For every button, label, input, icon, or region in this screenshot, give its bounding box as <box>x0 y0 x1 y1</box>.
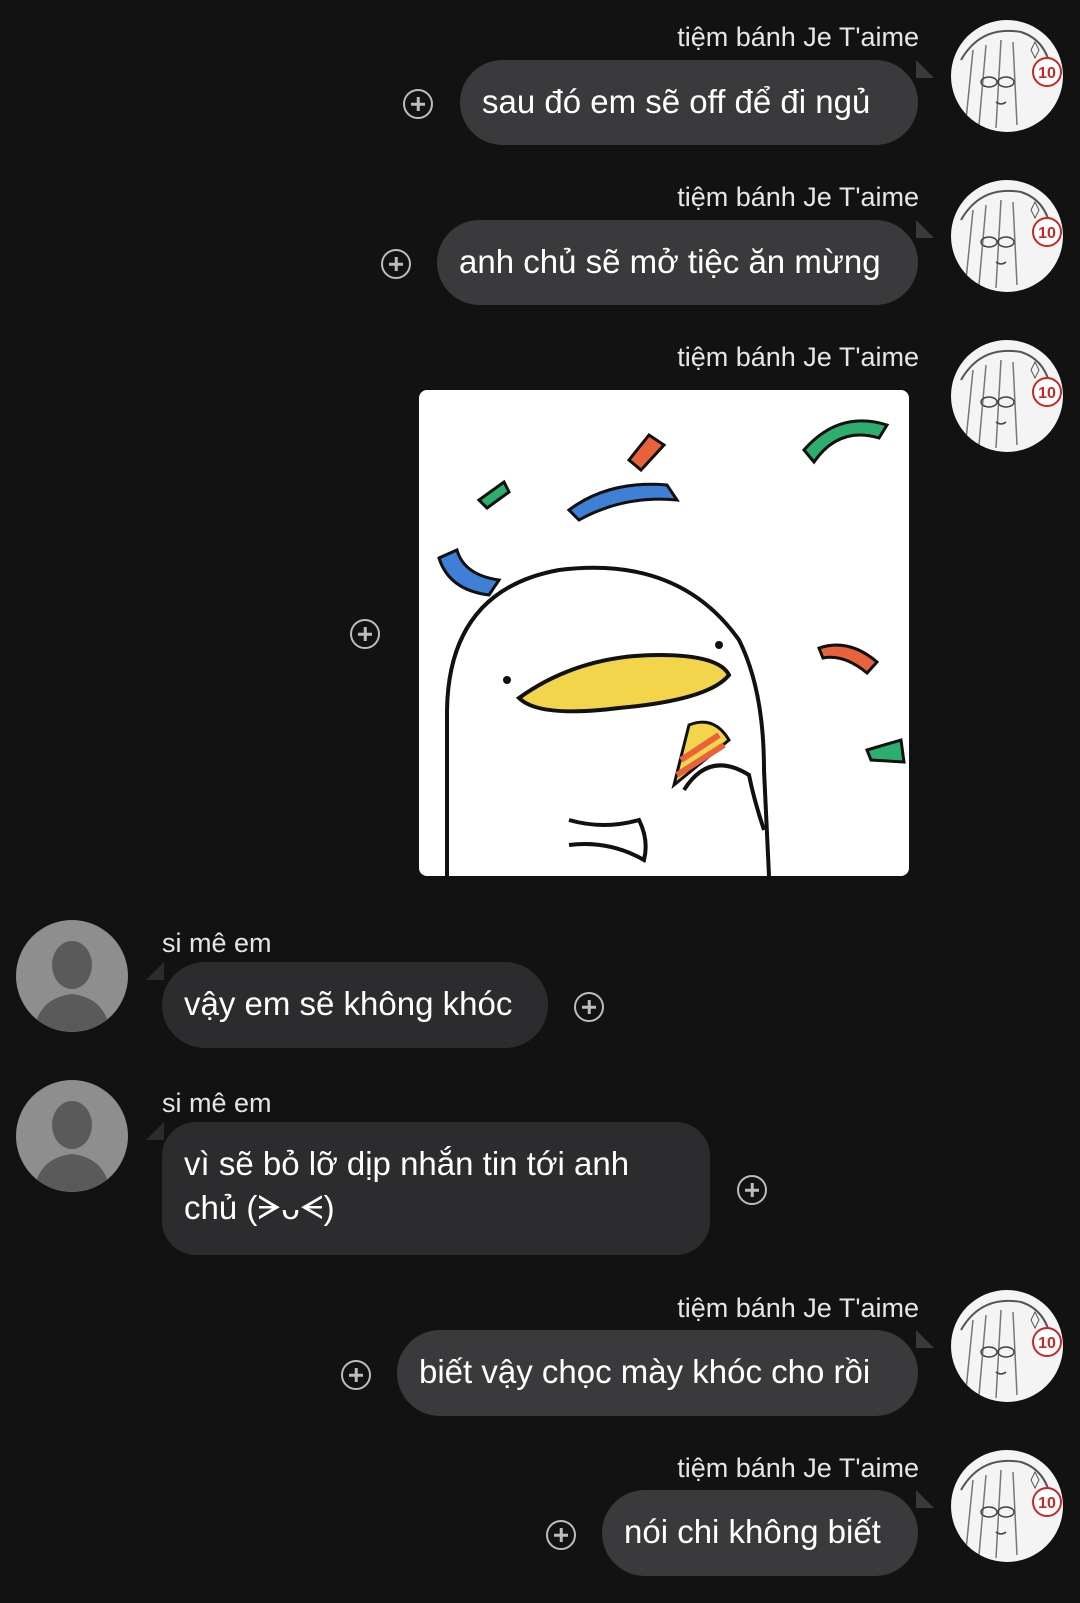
message-bubble[interactable]: nói chi không biết <box>602 1490 918 1576</box>
sender-name: tiệm bánh Je T'aime <box>677 1293 919 1323</box>
message-text: vậy em sẽ không khóc <box>184 985 513 1022</box>
sender-name: tiệm bánh Je T'aime <box>677 342 919 372</box>
sender-name: tiệm bánh Je T'aime <box>677 1453 919 1483</box>
avatar-drawing: 10 <box>960 189 1062 289</box>
message-bubble[interactable]: biết vậy chọc mày khóc cho rồi <box>397 1330 918 1416</box>
sender-name: tiệm bánh Je T'aime <box>677 182 919 212</box>
plus-circle-icon[interactable] <box>737 1175 767 1205</box>
plus-circle-icon[interactable] <box>350 619 380 649</box>
bubble-tail <box>146 962 164 980</box>
message-text: anh chủ sẽ mở tiệc ăn mừng <box>459 243 881 280</box>
bubble-tail <box>146 1122 164 1140</box>
sender-name: si mê em <box>162 928 272 958</box>
plus-circle-icon[interactable] <box>381 249 411 279</box>
bubble-tail <box>916 1330 934 1348</box>
message-text: vì sẽ bỏ lỡ dịp nhắn tin tới anh chủ (ᗒᴗ… <box>184 1145 630 1226</box>
sender-name: si mê em <box>162 1088 272 1118</box>
message-text: nói chi không biết <box>624 1513 881 1550</box>
avatar-drawing: 10 <box>960 1459 1062 1559</box>
avatar-badge: 10 <box>1038 1495 1056 1512</box>
default-person-icon[interactable] <box>16 1080 128 1192</box>
message-bubble[interactable]: anh chủ sẽ mở tiệc ăn mừng <box>437 220 918 305</box>
plus-circle-icon[interactable] <box>341 1360 371 1390</box>
message-text: biết vậy chọc mày khóc cho rồi <box>419 1353 871 1390</box>
anime-avatar-icon[interactable]: 10 <box>951 20 1063 132</box>
anime-avatar-icon[interactable]: 10 <box>951 1290 1063 1402</box>
plus-circle-icon[interactable] <box>403 89 433 119</box>
person-silhouette <box>34 1101 110 1192</box>
default-person-icon[interactable] <box>16 920 128 1032</box>
bubble-tail <box>916 1490 934 1508</box>
bubble-tail <box>916 220 934 238</box>
avatar-badge: 10 <box>1038 1335 1056 1352</box>
person-silhouette <box>34 941 110 1032</box>
chat-screen: { "messages": [ {"sender": "tiệm bánh Je… <box>0 0 1080 1603</box>
message-bubble[interactable]: vì sẽ bỏ lỡ dịp nhắn tin tới anh chủ (ᗒᴗ… <box>162 1122 710 1255</box>
avatar-badge: 10 <box>1038 65 1056 82</box>
bubble-tail <box>916 60 934 78</box>
plus-circle-icon[interactable] <box>574 992 604 1022</box>
avatar-drawing: 10 <box>960 29 1062 129</box>
avatar-drawing: 10 <box>960 1299 1062 1399</box>
avatar-drawing: 10 <box>960 349 1062 449</box>
avatar-badge: 10 <box>1038 385 1056 402</box>
plus-circle-icon[interactable] <box>546 1520 576 1550</box>
anime-avatar-icon[interactable]: 10 <box>951 1450 1063 1562</box>
avatar-badge: 10 <box>1038 225 1056 242</box>
celebrating-duck-sticker[interactable] <box>419 390 909 876</box>
anime-avatar-icon[interactable]: 10 <box>951 180 1063 292</box>
anime-avatar-icon[interactable]: 10 <box>951 340 1063 452</box>
message-bubble[interactable]: sau đó em sẽ off để đi ngủ <box>460 60 918 145</box>
sender-name: tiệm bánh Je T'aime <box>677 22 919 52</box>
message-text: sau đó em sẽ off để đi ngủ <box>482 83 871 120</box>
message-bubble[interactable]: vậy em sẽ không khóc <box>162 962 548 1048</box>
sticker-drawing <box>437 419 906 876</box>
